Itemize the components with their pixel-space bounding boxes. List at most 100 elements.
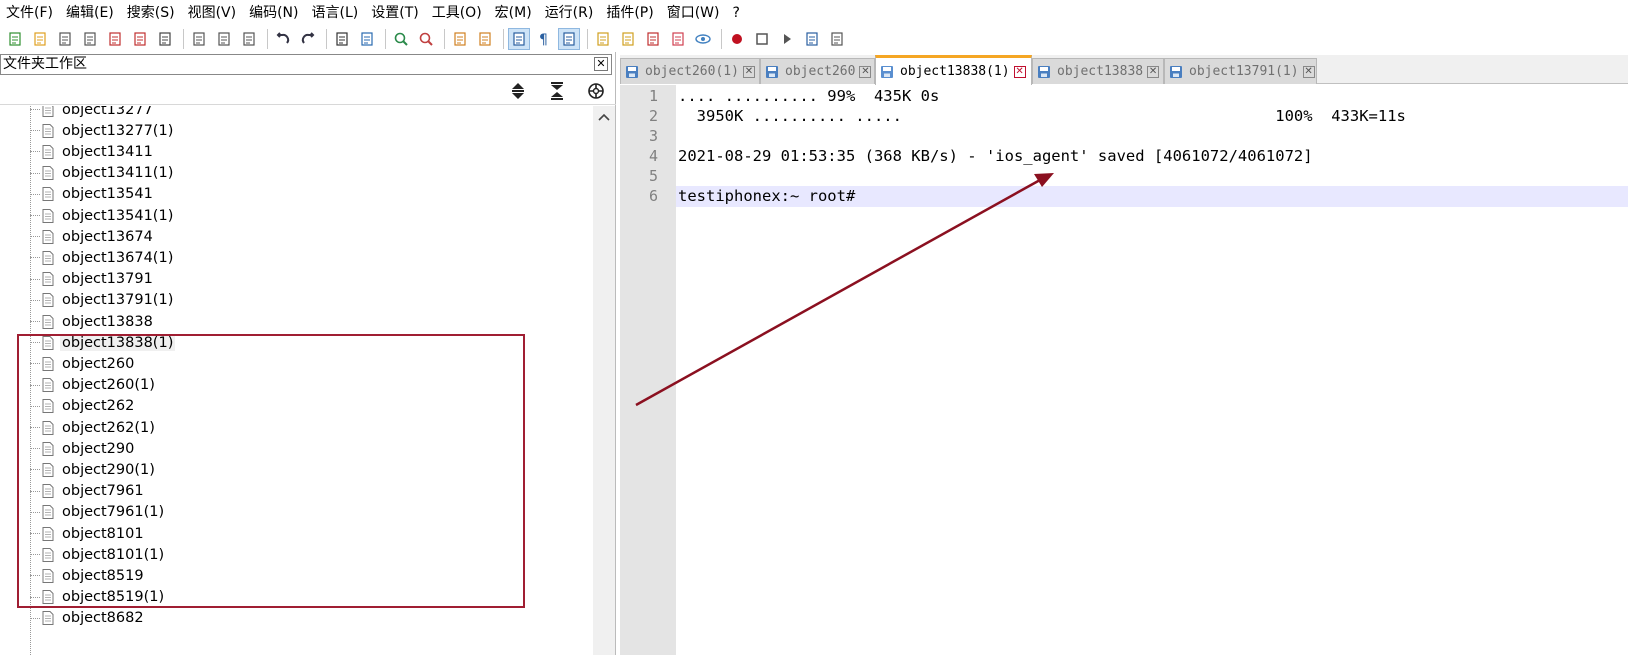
tree-file-item[interactable]: object8682 — [30, 608, 146, 629]
cut-button[interactable] — [188, 28, 210, 50]
tab-close-button[interactable]: ✕ — [1302, 65, 1315, 78]
tree-branch — [30, 193, 40, 195]
toolbar: ¶ — [0, 26, 1628, 52]
tree-scrollbar[interactable] — [593, 106, 615, 655]
menu-item[interactable]: 窗口(W) — [667, 0, 720, 26]
menu-item[interactable]: 编码(N) — [249, 0, 298, 26]
tree-file-label: object13838 — [62, 313, 153, 330]
menu-item[interactable]: 设置(T) — [371, 0, 418, 26]
save-button[interactable] — [54, 28, 76, 50]
menu-item[interactable]: 视图(V) — [188, 0, 237, 26]
show-all-chars-button[interactable]: ¶ — [533, 28, 555, 50]
tab-object260[interactable]: object260 ✕ — [760, 58, 875, 84]
find-button[interactable] — [331, 28, 353, 50]
print-button[interactable] — [154, 28, 176, 50]
save-macro-icon — [831, 32, 843, 46]
tree-file-item[interactable]: object13674(1) — [30, 247, 175, 268]
redo-button[interactable] — [297, 28, 319, 50]
menu-item[interactable]: 搜索(S) — [127, 0, 175, 26]
stop-macro-button[interactable] — [751, 28, 773, 50]
paste-button[interactable] — [238, 28, 260, 50]
tree-file-item[interactable]: object13674 — [30, 226, 155, 247]
tab-object138381[interactable]: object13838(1) ✕ — [875, 55, 1032, 85]
toolbar-separator — [183, 29, 184, 49]
function-list-icon — [647, 32, 659, 46]
tree-file-item[interactable]: object13277 — [30, 106, 155, 120]
tab-object137911[interactable]: object13791(1) ✕ — [1164, 58, 1317, 84]
new-file-button[interactable] — [4, 28, 26, 50]
tree-file-item[interactable]: object13838 — [30, 311, 155, 332]
tab-object13838[interactable]: object13838 ✕ — [1032, 58, 1164, 84]
open-file-button[interactable] — [29, 28, 51, 50]
zoom-out-button[interactable] — [415, 28, 437, 50]
folder-workspace-button[interactable] — [592, 28, 614, 50]
menu-item[interactable]: 插件(P) — [606, 0, 653, 26]
record-macro-button[interactable] — [726, 28, 748, 50]
save-macro-button[interactable] — [826, 28, 848, 50]
tree-file-item[interactable]: object13411(1) — [30, 163, 175, 184]
close-button[interactable] — [104, 28, 126, 50]
new-file-icon — [9, 32, 21, 46]
tree-file-label: object13277(1) — [62, 122, 174, 139]
scroll-up-icon[interactable] — [598, 112, 610, 122]
editor[interactable]: 1 2 3 4 5 6 .... .......... 99% 435K 0s 3950K … — [620, 85, 1628, 655]
tab-close-button[interactable]: ✕ — [859, 65, 872, 78]
menu-item[interactable]: 文件(F) — [6, 0, 53, 26]
tab-close-button[interactable]: ✕ — [1013, 65, 1026, 78]
tree-file-item[interactable]: object13541(1) — [30, 205, 175, 226]
line-number: 1 — [648, 87, 658, 105]
copy-button[interactable] — [213, 28, 235, 50]
tab-close-button[interactable]: ✕ — [1147, 65, 1160, 78]
tree-file-label: object13674 — [62, 228, 153, 245]
cut-icon — [193, 32, 205, 46]
run-macro-multiple-button[interactable] — [801, 28, 823, 50]
expand-all-button[interactable] — [508, 81, 528, 101]
sync-v-button[interactable] — [449, 28, 471, 50]
file-icon — [42, 611, 54, 626]
monitor-button[interactable] — [692, 28, 714, 50]
tree-file-item[interactable]: object13791 — [30, 269, 155, 290]
indent-guide-button[interactable] — [558, 28, 580, 50]
tab-close-button[interactable]: ✕ — [742, 65, 755, 78]
play-macro-button[interactable] — [776, 28, 798, 50]
tree-file-item[interactable]: object13277(1) — [30, 120, 175, 141]
collapse-all-button[interactable] — [547, 81, 567, 101]
panel-toolbar — [0, 77, 616, 105]
menu-item[interactable]: 编辑(E) — [66, 0, 114, 26]
line-number: 6 — [648, 187, 658, 205]
menu-item[interactable]: 语言(L) — [312, 0, 359, 26]
doc-map-button[interactable] — [617, 28, 639, 50]
tab-label: object260 — [785, 64, 856, 79]
tab-bar: object260(1) ✕ object260 ✕ object13838(1… — [620, 55, 1628, 85]
menu-item[interactable]: 宏(M) — [495, 0, 532, 26]
doc-list-icon — [672, 32, 684, 46]
save-all-icon — [84, 32, 96, 46]
menu-item[interactable]: 运行(R) — [545, 0, 594, 26]
line-number: 4 — [648, 147, 658, 165]
file-icon — [42, 166, 54, 181]
word-wrap-icon — [513, 32, 525, 46]
close-all-button[interactable] — [129, 28, 151, 50]
tree-file-item[interactable]: object13791(1) — [30, 290, 175, 311]
word-wrap-button[interactable] — [508, 28, 530, 50]
panel-close-button[interactable]: ✕ — [594, 57, 608, 71]
tree-file-item[interactable]: object13411 — [30, 141, 155, 162]
tab-object2601[interactable]: object260(1) ✕ — [620, 58, 760, 84]
replace-button[interactable] — [356, 28, 378, 50]
toolbar-separator — [326, 29, 327, 49]
tree-file-label: object13411 — [62, 143, 153, 160]
tree-file-item[interactable]: object13541 — [30, 184, 155, 205]
save-all-button[interactable] — [79, 28, 101, 50]
line-number: 2 — [648, 107, 658, 125]
function-list-button[interactable] — [642, 28, 664, 50]
doc-list-button[interactable] — [667, 28, 689, 50]
menu-item[interactable]: ? — [733, 0, 740, 26]
sync-h-button[interactable] — [474, 28, 496, 50]
toolbar-separator — [267, 29, 268, 49]
locate-current-file-button[interactable] — [586, 81, 606, 101]
undo-button[interactable] — [272, 28, 294, 50]
save-icon — [59, 32, 71, 46]
file-icon — [42, 229, 54, 244]
menu-item[interactable]: 工具(O) — [432, 0, 482, 26]
zoom-in-button[interactable] — [390, 28, 412, 50]
